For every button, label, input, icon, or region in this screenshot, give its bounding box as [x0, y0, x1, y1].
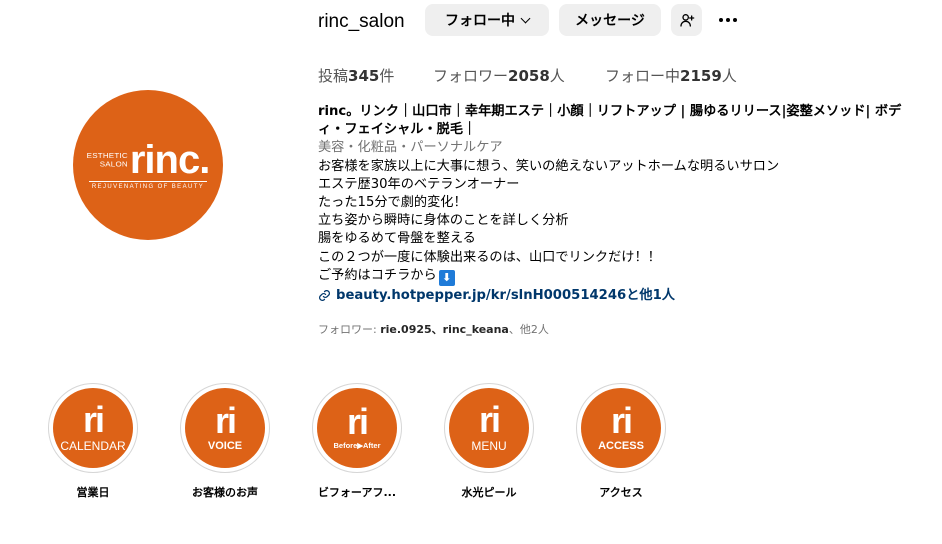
highlight-cover: ri CALENDAR — [53, 388, 133, 468]
highlight-ring: ri VOICE — [180, 383, 270, 473]
highlight-before-after[interactable]: ri Before▶After ビフォーアフ... — [312, 383, 402, 500]
followed-by-prefix: フォロワー: — [318, 323, 381, 336]
highlight-cover-label: MENU — [471, 438, 507, 453]
following-button[interactable]: フォロー中 — [425, 4, 549, 36]
followers-number: 2058 — [508, 67, 550, 85]
profile-bio: rinc。リンク｜山口市｜幸年期エステ｜小顔｜リフトアップ | 腸ゆるリリース|… — [318, 103, 938, 305]
highlight-title: お客様のお声 — [192, 486, 258, 499]
message-button[interactable]: メッセージ — [559, 4, 661, 36]
logo-tagline: REJUVENATING OF BEAUTY — [91, 184, 205, 190]
highlight-menu[interactable]: ri MENU 水光ピール — [444, 383, 534, 500]
followed-by-names: rie.0925、rinc_keana — [380, 323, 509, 336]
bio-reserve-line: ご予約はコチラから ⬇ — [318, 267, 938, 286]
highlight-cover: ri ACCESS — [581, 388, 661, 468]
posts-count: 投稿345件 — [318, 65, 394, 86]
highlight-title: 水光ピール — [461, 486, 517, 499]
bio-name-line2: ィ・フェイシャル・脱毛｜ — [318, 122, 477, 138]
bio-text-line: たった15分で劇的変化！ — [318, 195, 467, 211]
bio-text-line: 立ち姿から瞬時に身体のことを詳しく分析 — [318, 213, 569, 229]
posts-unit: 件 — [379, 67, 395, 85]
bio-text-line: お客様を家族以上に大事に想う、笑いの絶えないアットホームな明るいサロン — [318, 158, 780, 174]
followed-by-suffix: 、他2人 — [508, 323, 549, 336]
highlight-cover-label: CALENDAR — [60, 438, 126, 453]
message-button-label: メッセージ — [575, 13, 645, 29]
more-dot — [733, 18, 737, 22]
highlight-cover-label: ACCESS — [598, 439, 644, 452]
ri-logo-icon: ri — [610, 399, 633, 441]
suggest-users-button[interactable] — [671, 4, 702, 36]
bio-external-link[interactable]: beauty.hotpepper.jp/kr/slnH000514246と他1人 — [318, 287, 938, 305]
highlight-calendar[interactable]: ri CALENDAR 営業日 — [48, 383, 138, 500]
bio-link-text: beauty.hotpepper.jp/kr/slnH000514246と他1人 — [336, 287, 675, 303]
bio-name-line1: rinc。リンク｜山口市｜幸年期エステ｜小顔｜リフトアップ | 腸ゆるリリース|… — [318, 104, 902, 119]
down-arrow-emoji-icon: ⬇ — [438, 269, 455, 286]
highlight-title: 営業日 — [76, 486, 110, 499]
following-button-label: フォロー中 — [445, 13, 515, 29]
following-number: 2159 — [680, 67, 722, 85]
highlight-cover: ri MENU — [449, 388, 529, 468]
followers-link[interactable]: フォロワー2058人 — [433, 65, 565, 86]
followers-unit: 人 — [549, 67, 565, 85]
logo-small-line1: ESTHETIC — [86, 151, 128, 160]
followers-label: フォロワー — [433, 67, 509, 85]
following-label: フォロー中 — [605, 67, 681, 85]
more-options-icon[interactable] — [716, 8, 740, 32]
bio-text-line: 腸をゆるめて骨盤を整える — [318, 231, 476, 247]
highlight-voice[interactable]: ri VOICE お客様のお声 — [180, 383, 270, 500]
avatar-logo: ESTHETIC SALON rinc. — [87, 138, 211, 182]
logo-big-text: rinc. — [129, 138, 210, 182]
following-link[interactable]: フォロー中2159人 — [605, 65, 737, 86]
more-dot — [726, 18, 730, 22]
ri-logo-icon: ri — [478, 398, 501, 440]
followed-by[interactable]: フォロワー: rie.0925、rinc_keana、他2人 — [318, 321, 549, 337]
chevron-down-icon — [520, 13, 531, 23]
highlight-title: アクセス — [599, 486, 643, 499]
highlight-ring: ri ACCESS — [576, 383, 666, 473]
more-dot — [719, 18, 723, 22]
highlight-ring: ri MENU — [444, 383, 534, 473]
bio-category: 美容・化粧品・パーソナルケア — [318, 140, 503, 156]
logo-small-line2: SALON — [99, 160, 128, 169]
add-person-icon — [679, 14, 694, 27]
highlight-ring: ri Before▶After — [312, 383, 402, 473]
following-unit: 人 — [721, 67, 737, 85]
profile-username: rinc_salon — [318, 11, 405, 32]
profile-avatar[interactable]: ESTHETIC SALON rinc. REJUVENATING OF BEA… — [73, 90, 223, 240]
posts-label: 投稿 — [318, 67, 349, 85]
reserve-text: ご予約はコチラから — [318, 267, 437, 283]
ri-logo-icon: ri — [346, 401, 369, 442]
ri-logo-icon: ri — [82, 398, 105, 440]
highlight-access[interactable]: ri ACCESS アクセス — [576, 383, 666, 500]
highlight-ring: ri CALENDAR — [48, 383, 138, 473]
logo-divider — [89, 181, 207, 182]
highlight-cover-label: Before▶After — [333, 441, 381, 450]
highlight-cover: ri VOICE — [185, 388, 265, 468]
highlight-cover: ri Before▶After — [317, 388, 397, 468]
posts-number: 345 — [348, 67, 380, 85]
logo-small-text: ESTHETIC SALON — [87, 151, 128, 168]
highlight-title: ビフォーアフ... — [317, 486, 397, 499]
ri-logo-icon: ri — [214, 399, 237, 441]
highlight-cover-label: VOICE — [207, 439, 243, 452]
bio-text-line: この２つが一度に体験出来るのは、山口でリンクだけ！！ — [318, 249, 661, 265]
bio-text-line: エステ歴30年のベテランオーナー — [318, 176, 520, 192]
link-icon — [319, 290, 330, 302]
